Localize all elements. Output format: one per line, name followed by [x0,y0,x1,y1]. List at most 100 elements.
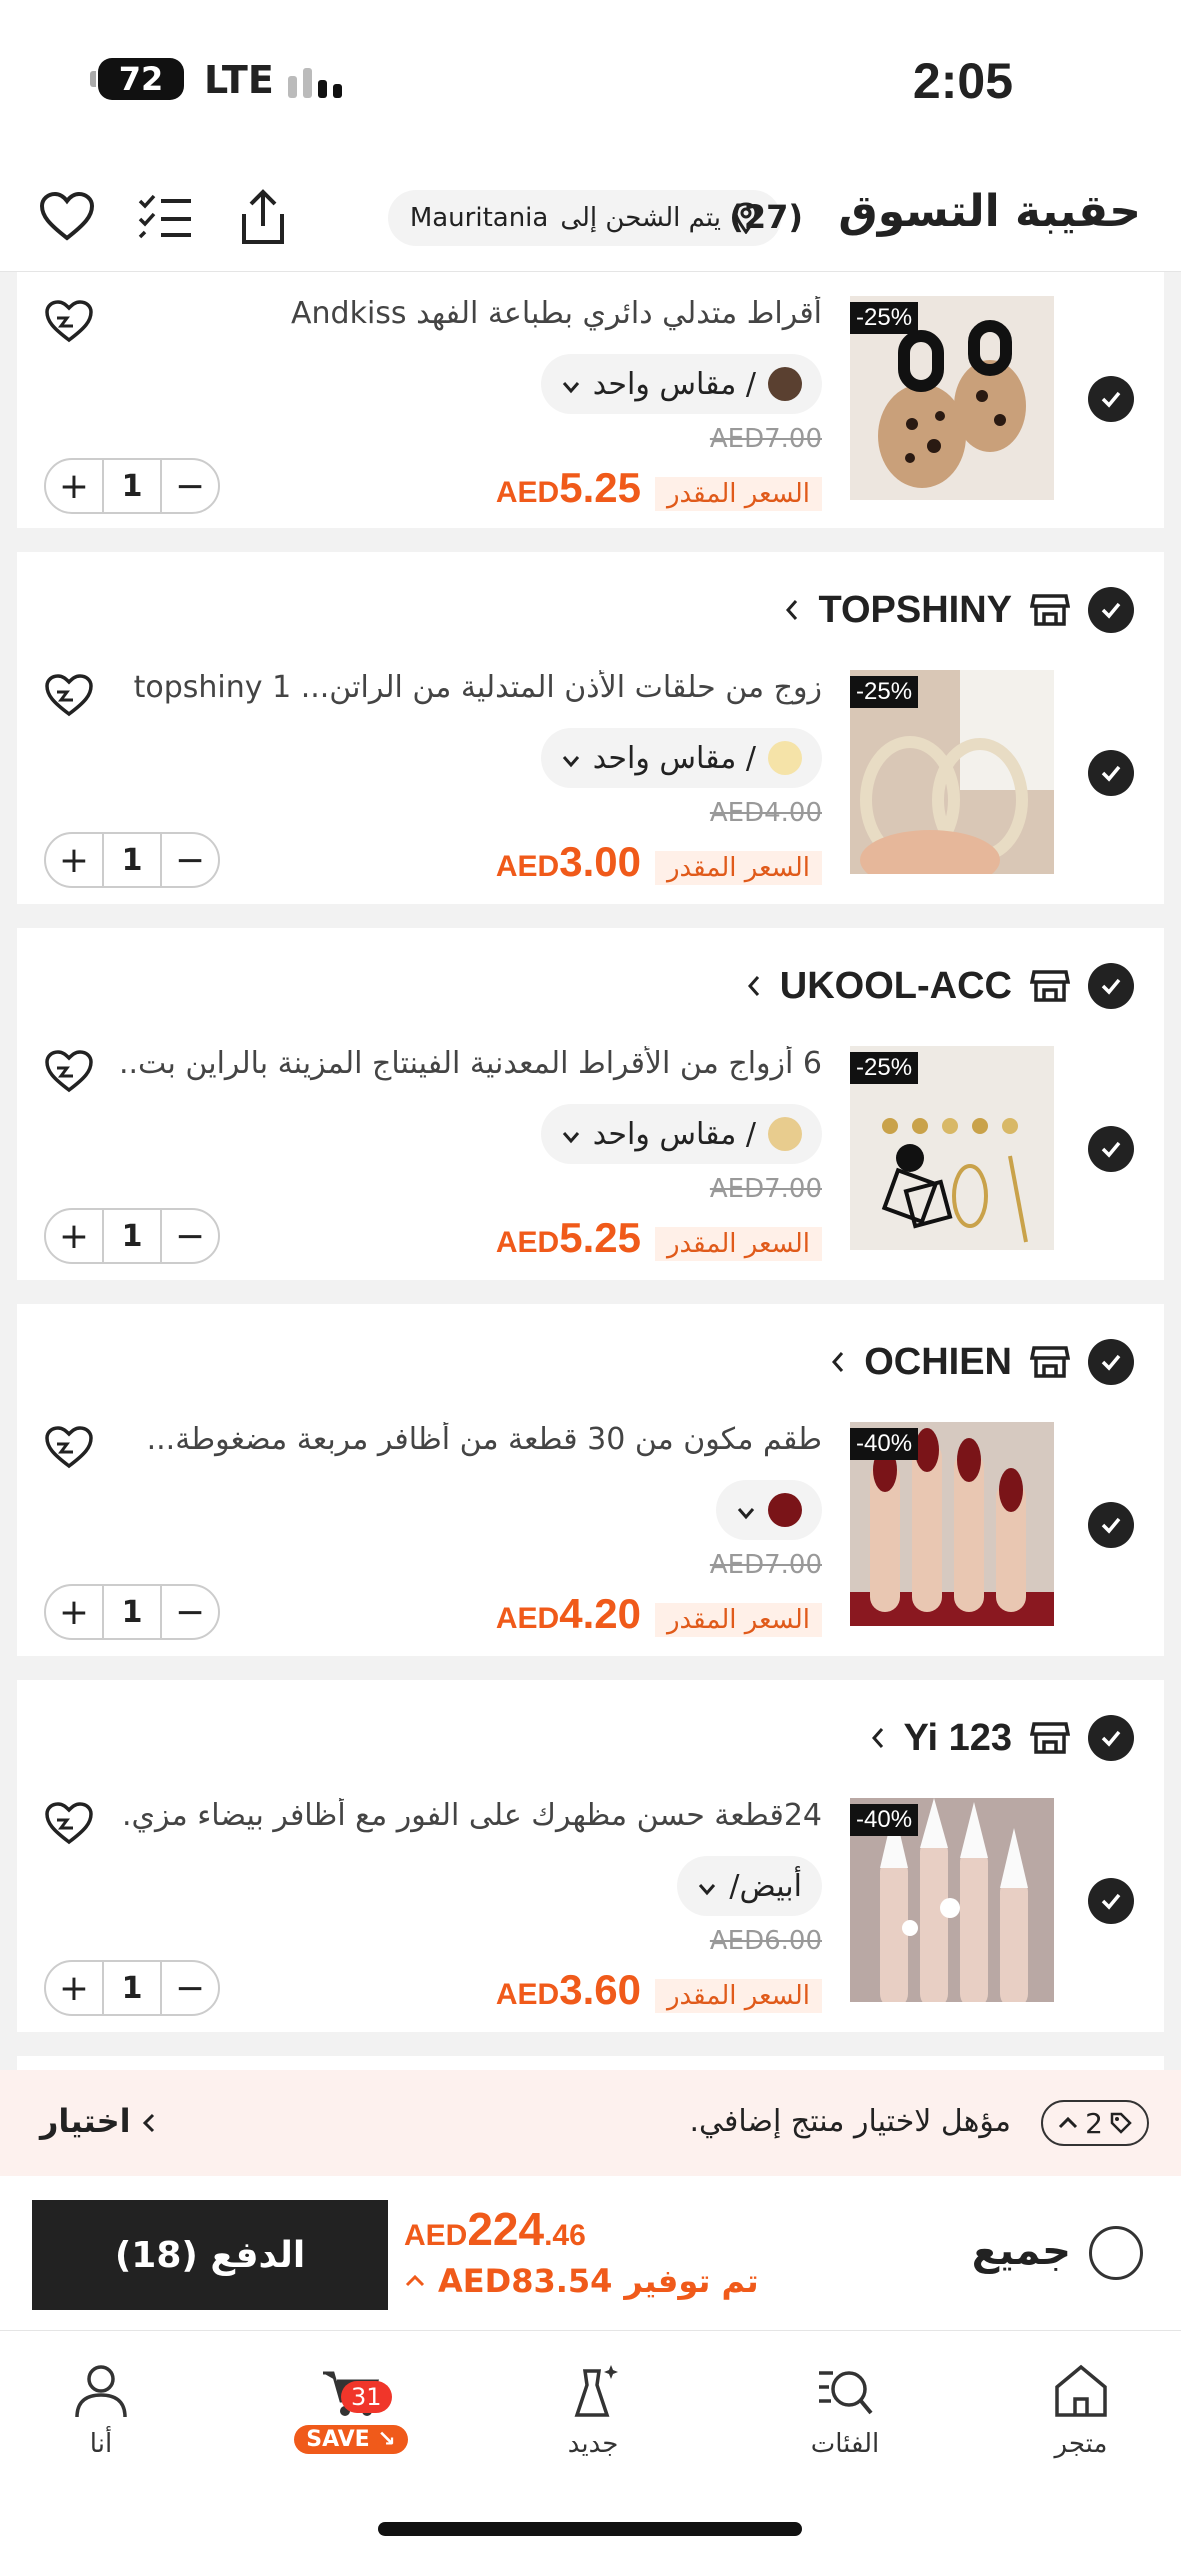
item-checkbox[interactable] [1088,376,1134,422]
wishlist-heart-icon[interactable] [36,186,98,248]
checkout-button[interactable]: الدفع (18) [32,2200,388,2310]
tab-new[interactable]: جديد [513,2361,673,2459]
increase-quantity-button[interactable]: + [46,1960,102,2016]
original-price: AED6.00 [709,1926,822,1956]
share-icon[interactable] [232,186,294,248]
increase-quantity-button[interactable]: + [46,1208,102,1264]
product-image[interactable]: -25% [850,1046,1054,1250]
add-to-wishlist-icon[interactable] [43,670,95,722]
savings-summary[interactable]: AED83.54 تم توفير [404,2262,759,2300]
select-all-checkbox[interactable] [1089,2226,1143,2280]
color-swatch [768,1493,802,1527]
tab-categories[interactable]: الفئات [765,2361,925,2459]
chevron-down-icon [697,1869,717,1904]
decrease-quantity-button[interactable]: − [162,1960,218,2016]
sale-price: AED5.25 [495,464,641,511]
chevron-down-icon [561,1117,581,1152]
store-checkbox[interactable] [1088,1339,1134,1385]
user-icon [75,2365,127,2418]
home-icon [1055,2364,1107,2417]
cart-count-badge: 31 [341,2381,392,2413]
store-card: TOPSHINY -25% زوج من حلقات الأذن المتدلي… [17,552,1164,904]
original-price: AED4.00 [709,798,822,828]
ship-to-selector[interactable]: يتم الشحن إلى Mauritania [387,190,781,246]
increase-quantity-button[interactable]: + [46,458,102,514]
chevron-left-icon[interactable] [830,1350,846,1374]
tab-cart[interactable]: 31 SAVE ↘ [271,2361,431,2454]
status-bar: 72 LTE 2:05 [0,0,1181,160]
store-icon [1030,970,1070,1002]
add-to-wishlist-icon[interactable] [43,1046,95,1098]
quantity-stepper: + 1 − [44,458,220,514]
increase-quantity-button[interactable]: + [46,1584,102,1640]
original-price: AED7.00 [709,1174,822,1204]
store-icon [1030,1722,1070,1754]
discount-badge: -25% [850,1052,919,1084]
decrease-quantity-button[interactable]: − [162,458,218,514]
store-icon [1030,594,1070,626]
store-checkbox[interactable] [1088,1715,1134,1761]
battery-indicator: 72 [90,58,184,100]
checklist-icon[interactable] [134,186,196,248]
promo-bar[interactable]: 2 مؤهل لاختيار منتج إضافي. اختيار [0,2070,1181,2176]
promo-count-pill[interactable]: 2 [1041,2100,1149,2146]
store-checkbox[interactable] [1088,587,1134,633]
tab-shop[interactable]: متجر [1001,2361,1161,2459]
increase-quantity-button[interactable]: + [46,832,102,888]
product-name[interactable]: 6 أزواج من الأقراط المعدنية الفينتاج الم… [122,1046,822,1081]
product-name[interactable]: أقراط متدلي دائري بطباعة الفهد Andkiss [291,296,822,331]
quantity-value[interactable]: 1 [102,1210,162,1262]
quantity-value[interactable]: 1 [102,1962,162,2014]
tab-me[interactable]: أنا [21,2361,181,2459]
store-name[interactable]: TOPSHINY [818,589,1012,632]
store-name[interactable]: OCHIEN [864,1341,1012,1384]
cart-item: -40% 24قطعة حسن مظهرك على الفور مع أظافر… [17,1798,1164,2016]
quantity-stepper: + 1 − [44,1960,220,2016]
variant-selector[interactable] [716,1480,822,1540]
product-image[interactable]: -40% [850,1422,1054,1626]
color-swatch [768,741,802,775]
product-image[interactable]: -25% [850,296,1054,500]
variant-selector[interactable]: / مقاس واحد [540,354,822,414]
decrease-quantity-button[interactable]: − [162,1208,218,1264]
store-name[interactable]: UKOOL-ACC [780,965,1012,1008]
color-swatch [768,1117,802,1151]
estimated-price-label: السعر المقدر [654,1603,822,1637]
decrease-quantity-button[interactable]: − [162,1584,218,1640]
chevron-left-icon[interactable] [784,598,800,622]
item-checkbox[interactable] [1088,1878,1134,1924]
variant-selector[interactable]: / مقاس واحد [540,728,822,788]
estimated-price-label: السعر المقدر [654,1979,822,2013]
variant-selector[interactable]: أبيض/ [677,1856,822,1916]
product-name[interactable]: طقم مكون من 30 قطعة من أظافر مربعة مضغوط… [147,1422,822,1457]
chevron-left-icon[interactable] [870,1726,886,1750]
variant-label: أبيض/ [729,1868,802,1904]
estimated-price-label: السعر المقدر [654,477,822,511]
chevron-left-icon[interactable] [746,974,762,998]
quantity-stepper: + 1 − [44,1584,220,1640]
product-name[interactable]: 24قطعة حسن مظهرك على الفور مع أظافر بيضا… [122,1798,822,1833]
decrease-quantity-button[interactable]: − [162,832,218,888]
variant-selector[interactable]: / مقاس واحد [540,1104,822,1164]
store-name[interactable]: Yi 123 [904,1717,1012,1760]
variant-label: / مقاس واحد [592,366,756,402]
promo-text: مؤهل لاختيار منتج إضافي. [689,2104,1011,2139]
product-image[interactable]: -25% [850,670,1054,874]
quantity-value[interactable]: 1 [102,834,162,886]
original-price: AED7.00 [709,424,822,454]
choose-button[interactable]: اختيار [40,2102,156,2140]
total-price: AED224.46 [404,2203,586,2255]
quantity-value[interactable]: 1 [102,460,162,512]
quantity-value[interactable]: 1 [102,1586,162,1638]
product-name[interactable]: زوج من حلقات الأذن المتدلية من الراتن...… [134,670,822,705]
item-checkbox[interactable] [1088,1126,1134,1172]
add-to-wishlist-icon[interactable] [43,1422,95,1474]
add-to-wishlist-icon[interactable] [43,1798,95,1850]
store-checkbox[interactable] [1088,963,1134,1009]
discount-badge: -25% [850,676,919,708]
add-to-wishlist-icon[interactable] [43,296,95,348]
item-checkbox[interactable] [1088,750,1134,796]
product-image[interactable]: -40% [850,1798,1054,2002]
item-checkbox[interactable] [1088,1502,1134,1548]
original-price: AED7.00 [709,1550,822,1580]
